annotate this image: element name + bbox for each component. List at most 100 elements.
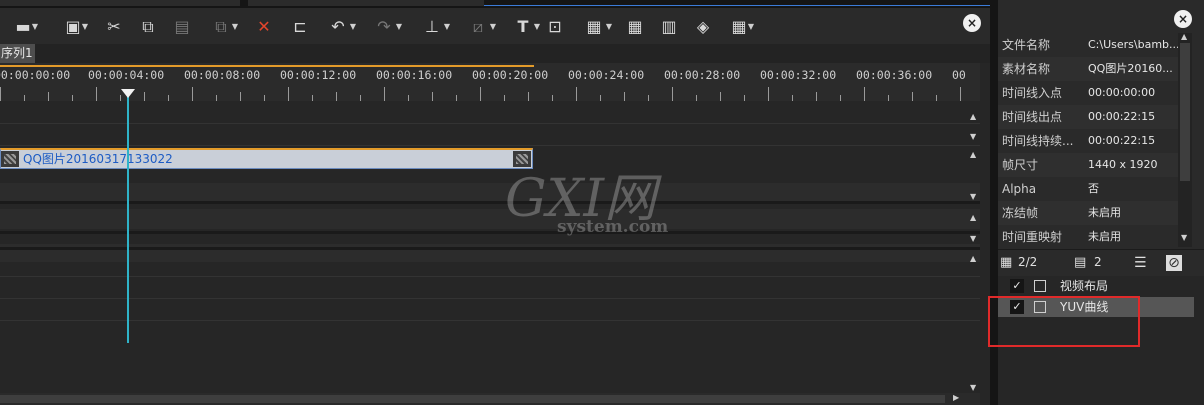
list-item[interactable]: ✓ 视频布局 [998,276,1194,296]
voiceover-icon[interactable]: ⊡ [544,16,566,38]
scroll-down-arrow[interactable]: ▼ [970,383,976,392]
redo-icon[interactable]: ↷ ▼ [368,16,402,38]
scroll-up-arrow[interactable]: ▲ [970,213,976,222]
list-icon[interactable]: ☰ [1134,255,1147,271]
property-key: 时间线出点 [1002,110,1063,124]
track-separator [0,231,980,234]
filter-icon[interactable]: ▦ [1000,255,1012,270]
property-key: 冻结帧 [1002,206,1039,220]
keyboard-icon[interactable]: ▦ [624,16,646,38]
delete-icon[interactable]: ✕ [254,16,274,38]
ruler-tick [720,92,721,101]
transition-icon[interactable]: ⧄ ▼ [462,16,496,38]
save-icon[interactable]: ▣ ▼ [60,16,88,38]
track-divider [0,320,980,321]
track-lane [0,209,980,229]
ruler-tick [192,87,193,101]
scroll-down-arrow[interactable]: ▼ [1181,233,1187,242]
property-value: C:\Users\bamb... [1088,38,1178,51]
ruler-tick [336,92,337,101]
paste-special-icon[interactable]: ⧉ ▼ [206,16,238,38]
cut-icon[interactable]: ✂ [104,16,124,38]
scroll-right-arrow[interactable]: ▶ [953,393,959,402]
close-icon[interactable]: × [1174,10,1192,28]
ruler-timecode: 00:00:28:00 [664,68,741,82]
properties-list: 文件名称 C:\Users\bamb... 素材名称 QQ图片20160... 时间… [998,33,1178,247]
more-icon[interactable]: ▦ ▼ [726,16,754,38]
property-row[interactable]: 冻结帧 未启用 [998,201,1178,225]
trash-icon[interactable]: ⊘ [1166,255,1182,271]
render-icon[interactable]: ◈ [692,16,714,38]
properties-scrollbar[interactable]: ▲ ▼ [1178,32,1192,247]
property-row[interactable]: 帧尺寸 1440 x 1920 [998,153,1178,177]
property-row[interactable]: 时间线出点 00:00:22:15 [998,105,1178,129]
scroll-thumb[interactable] [0,395,945,403]
top-tab-mid[interactable] [248,0,484,6]
text-icon[interactable]: T ▼ [508,16,540,38]
scroll-down-arrow[interactable]: ▼ [970,132,976,141]
property-value: 未启用 [1088,206,1121,219]
ruler-tick [432,92,433,101]
playhead-line[interactable] [127,89,129,343]
property-key: Alpha [1002,182,1037,196]
ruler-tick [816,92,817,101]
property-value: 00:00:00:00 [1088,86,1156,99]
close-icon[interactable]: × [963,14,981,32]
undo-glyph: ↶ [331,17,345,36]
ruler-timecode: 00:00:24:00 [568,68,645,82]
property-row[interactable]: Alpha 否 [998,177,1178,201]
checkbox[interactable]: ✓ [1010,279,1024,293]
property-value: QQ图片20160... [1088,62,1173,75]
sequence-tab[interactable]: 序列1 [0,44,35,63]
playhead-handle[interactable] [121,89,135,98]
scroll-up-arrow[interactable]: ▲ [970,150,976,159]
open-icon[interactable]: ▬ ▼ [10,16,38,38]
ripple-delete-icon[interactable]: ⊏ [288,16,312,38]
effects-count-2: 2 [1094,255,1102,269]
property-row[interactable]: 时间线入点 00:00:00:00 [998,81,1178,105]
scroll-up-arrow[interactable]: ▲ [1181,32,1187,41]
timeline-toolbar: ▬ ▼ ▣ ▼ ✂ ⧉ ▤ ⧉ ▼ ✕ ⊏ ↶ ▼ ↷ ▼ ⊥ ▼ ⧄ ▼ T ▼ ⊡ ▦ ▼ ▦… [0,8,990,44]
paste-icon[interactable]: ▤ [172,16,192,38]
marker-icon[interactable]: ⊥ ▼ [416,16,450,38]
scroll-down-arrow[interactable]: ▼ [970,192,976,201]
ruler-tick [48,92,49,101]
scroll-thumb[interactable] [1180,43,1190,181]
clip-thumbnail-end [513,151,531,167]
ruler-timecode: 00:00:00:00 [0,68,71,82]
scroll-up-arrow[interactable]: ▲ [970,112,976,121]
track-divider [0,145,980,146]
top-tab-left[interactable] [0,0,240,6]
scroll-up-arrow[interactable]: ▲ [970,254,976,263]
audio-mixer-icon[interactable]: ▦ ▼ [578,16,612,38]
sequence-tab-bar [35,44,990,63]
copy-icon[interactable]: ⧉ [138,16,158,38]
property-row[interactable]: 时间线持续... 00:00:22:15 [998,129,1178,153]
ruler-timecode: 00:00:20:00 [472,68,549,82]
mixer-icon[interactable]: ▥ [658,16,680,38]
track-separator [0,247,980,250]
layer-icon[interactable]: ▤ [1074,255,1086,270]
ruler-timecode: 00 [952,68,966,82]
property-row[interactable]: 素材名称 QQ图片20160... [998,57,1178,81]
ruler-tick [576,87,577,101]
redo-glyph: ↷ [377,17,391,36]
ruler-timecode: 00:00:08:00 [184,68,261,82]
time-ruler[interactable]: 00:00:00:00 00:00:04:00 00:00:08:00 00:0… [0,63,980,101]
undo-icon[interactable]: ↶ ▼ [322,16,356,38]
ruler-timecode: 00:00:12:00 [280,68,357,82]
property-row[interactable]: 文件名称 C:\Users\bamb... [998,33,1178,57]
layout-icon [1034,280,1046,292]
scroll-down-arrow[interactable]: ▼ [970,234,976,243]
track-lane [0,183,980,201]
timeline-clip[interactable]: QQ图片20160317133022 [0,148,533,169]
track-divider [0,276,980,277]
ruler-tick [528,92,529,101]
property-value: 未启用 [1088,230,1121,243]
property-row[interactable]: 时间重映射 未启用 [998,225,1178,249]
ruler-tick [0,87,1,101]
effects-toolbar: ▦ 2/2 ▤ 2 ☰ ⊘ [998,249,1204,275]
ruler-tick [480,87,481,101]
horizontal-scrollbar[interactable]: ▶ [0,393,980,405]
tracks-area[interactable]: QQ图片20160317133022 ▲ ▼ ▲ ▼ ▲ ▼ ▲ ▼ [0,101,980,393]
